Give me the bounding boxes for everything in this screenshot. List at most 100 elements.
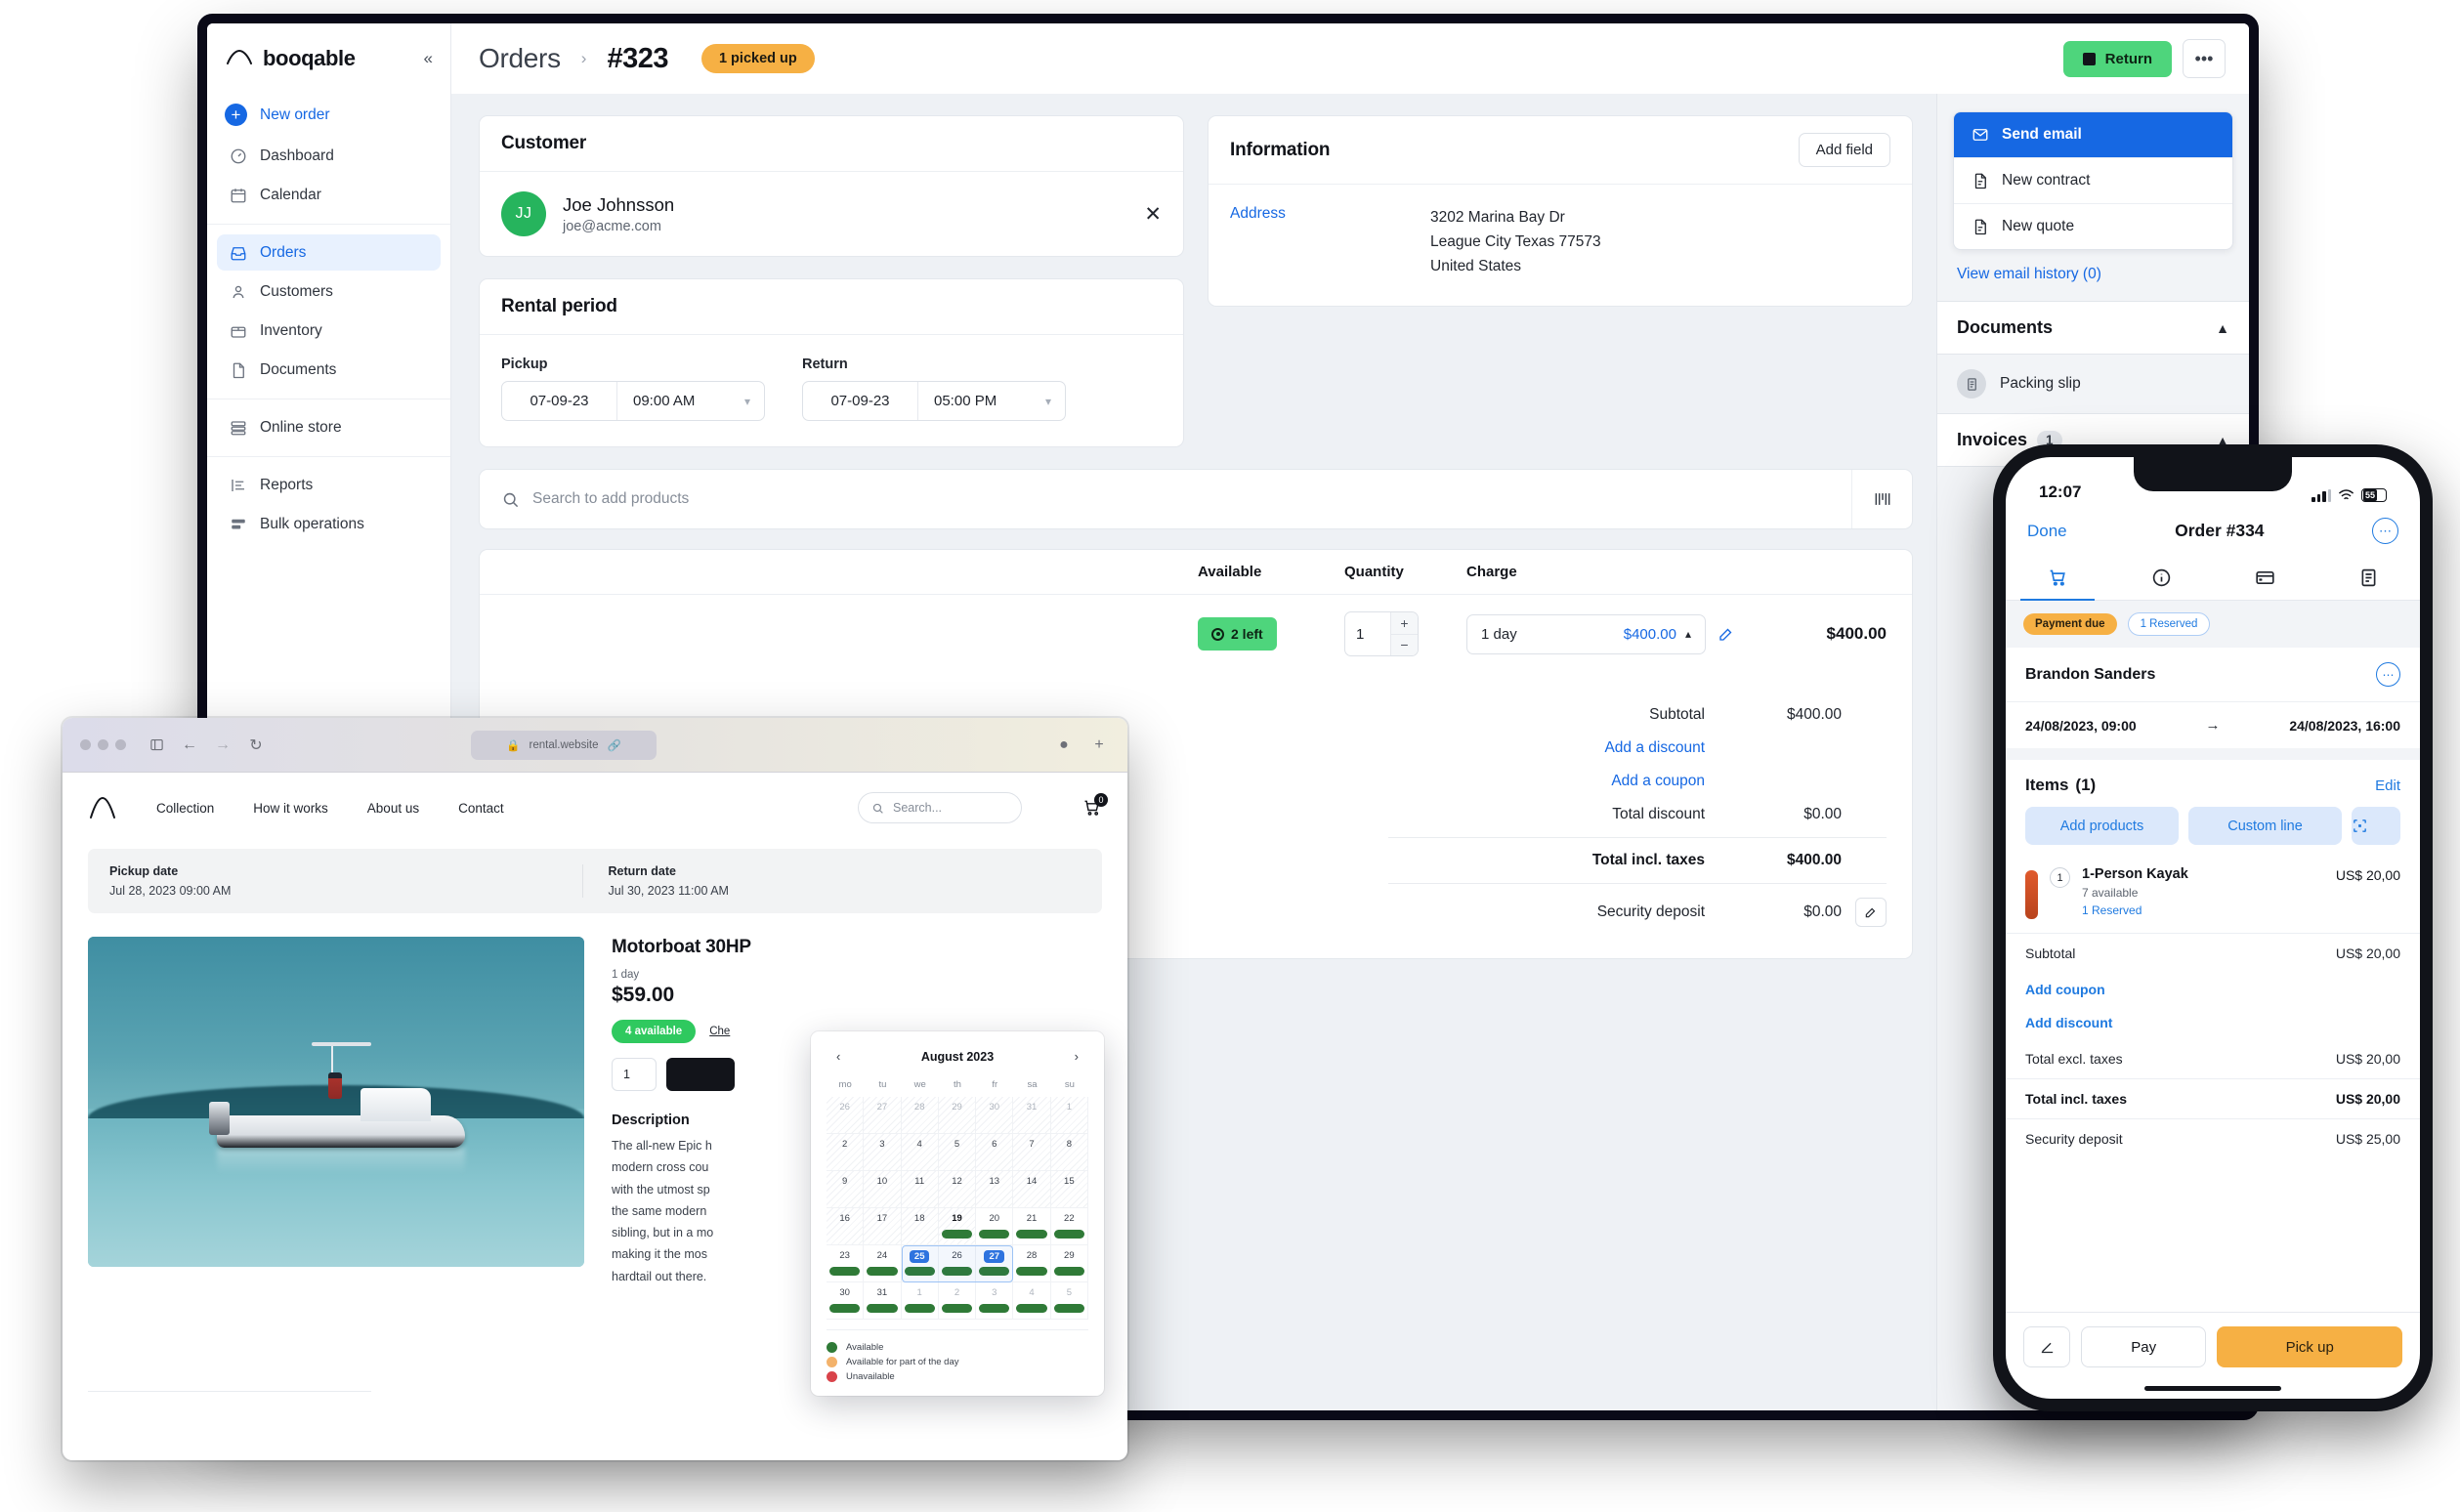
site-link-about-us[interactable]: About us xyxy=(367,801,419,816)
sidebar-item-orders[interactable]: Orders xyxy=(217,234,441,271)
calendar-day[interactable]: 31 xyxy=(1013,1097,1051,1134)
site-link-how-it-works[interactable]: How it works xyxy=(253,801,328,816)
calendar-day[interactable]: 2 xyxy=(938,1282,977,1320)
return-datetime[interactable]: 07-09-23 05:00 PM ▾ xyxy=(802,381,1066,421)
pick-up-button[interactable]: Pick up xyxy=(2217,1326,2402,1367)
window-controls[interactable] xyxy=(80,739,126,750)
close-icon[interactable]: ✕ xyxy=(1144,202,1162,227)
calendar-day[interactable]: 29 xyxy=(938,1097,977,1134)
add-to-cart-button[interactable] xyxy=(666,1058,735,1091)
pickup-date-input[interactable]: 07-09-23 xyxy=(502,382,617,420)
documents-section-header[interactable]: Documents ▲ xyxy=(1937,301,2249,355)
document-packing-slip[interactable]: Packing slip xyxy=(1937,355,2249,413)
list-item[interactable]: 1 1-Person Kayak 7 available 1 Reserved … xyxy=(2006,859,2420,934)
calendar-day[interactable]: 2 xyxy=(827,1134,865,1171)
calendar-day[interactable]: 30 xyxy=(827,1282,865,1320)
barcode-scan-icon[interactable] xyxy=(1851,470,1912,528)
calendar-day[interactable]: 26 xyxy=(827,1097,865,1134)
calendar-day[interactable]: 30 xyxy=(976,1097,1014,1134)
calendar-day[interactable]: 31 xyxy=(864,1282,902,1320)
calendar-day[interactable]: 23 xyxy=(827,1245,865,1282)
view-email-history-link[interactable]: View email history (0) xyxy=(1937,250,2249,301)
done-button[interactable]: Done xyxy=(2027,522,2067,541)
phone-customer-row[interactable]: Brandon Sanders ⋯ xyxy=(2006,648,2420,702)
calendar-day[interactable]: 9 xyxy=(827,1171,865,1208)
items-edit-link[interactable]: Edit xyxy=(2375,777,2400,794)
sidebar-item-bulk-operations[interactable]: Bulk operations xyxy=(217,506,441,542)
calendar-day[interactable]: 1 xyxy=(1050,1097,1088,1134)
quantity-stepper[interactable]: 1 + − xyxy=(1344,611,1419,656)
calendar-day[interactable]: 22 xyxy=(1050,1208,1088,1245)
calendar-day[interactable]: 7 xyxy=(1013,1134,1051,1171)
site-link-collection[interactable]: Collection xyxy=(156,801,214,816)
edit-deposit-icon[interactable] xyxy=(1855,898,1887,927)
calendar-day[interactable]: 16 xyxy=(827,1208,865,1245)
add-coupon-link[interactable]: Add a coupon xyxy=(1382,773,1705,790)
calendar-day[interactable]: 14 xyxy=(1013,1171,1051,1208)
calendar-day[interactable]: 26 xyxy=(938,1245,977,1282)
calendar-day[interactable]: 5 xyxy=(1050,1282,1088,1320)
calendar-day[interactable]: 18 xyxy=(901,1208,939,1245)
collapse-sidebar-icon[interactable]: « xyxy=(424,49,433,68)
charge-selector[interactable]: 1 day $400.00 ▴ xyxy=(1466,613,1706,654)
stepper-increase[interactable]: + xyxy=(1391,612,1418,634)
quantity-value[interactable]: 1 xyxy=(1345,612,1390,655)
calendar-day[interactable]: 3 xyxy=(976,1282,1014,1320)
pay-button[interactable]: Pay xyxy=(2081,1326,2207,1367)
downloads-icon[interactable]: ● xyxy=(1053,736,1075,754)
sidebar-item-online-store[interactable]: Online store xyxy=(217,409,441,445)
scan-icon[interactable] xyxy=(2352,807,2400,845)
return-date-input[interactable]: 07-09-23 xyxy=(803,382,918,420)
chevron-right-icon[interactable]: › xyxy=(1071,1049,1082,1064)
stepper-decrease[interactable]: − xyxy=(1391,633,1418,656)
calendar-day[interactable]: 19 xyxy=(938,1208,977,1245)
tab-documents[interactable] xyxy=(2316,558,2420,600)
calendar-day[interactable]: 20 xyxy=(976,1208,1014,1245)
chevron-up-icon[interactable]: ▲ xyxy=(2216,320,2229,336)
site-link-contact[interactable]: Contact xyxy=(458,801,504,816)
add-discount-link[interactable]: Add a discount xyxy=(1382,739,1705,757)
tab-info[interactable] xyxy=(2109,558,2213,600)
menu-item-new-quote[interactable]: New quote xyxy=(1954,203,2232,249)
return-time-select[interactable]: 05:00 PM ▾ xyxy=(918,382,1065,420)
add-products-button[interactable]: Add products xyxy=(2025,807,2179,845)
chevron-left-icon[interactable]: ‹ xyxy=(832,1049,844,1064)
calendar-day[interactable]: 27 xyxy=(976,1245,1014,1282)
phone-add-coupon[interactable]: Add coupon xyxy=(2006,973,2420,1006)
calendar-day[interactable]: 11 xyxy=(901,1171,939,1208)
calendar-day[interactable]: 17 xyxy=(864,1208,902,1245)
sidebar-item-reports[interactable]: Reports xyxy=(217,467,441,503)
calendar-day[interactable]: 25 xyxy=(901,1245,939,1282)
calendar-day[interactable]: 4 xyxy=(1013,1282,1051,1320)
address-bar[interactable]: 🔒 rental.website 🔗 xyxy=(471,730,657,760)
calendar-day[interactable]: 12 xyxy=(938,1171,977,1208)
calendar-day[interactable]: 10 xyxy=(864,1171,902,1208)
tab-payments[interactable] xyxy=(2213,558,2316,600)
reload-icon[interactable]: ↻ xyxy=(245,735,267,755)
ellipsis-circle-icon[interactable]: ⋯ xyxy=(2376,662,2400,687)
calendar-day[interactable]: 1 xyxy=(901,1282,939,1320)
calendar-day[interactable]: 3 xyxy=(864,1134,902,1171)
sidebar-item-inventory[interactable]: Inventory xyxy=(217,313,441,349)
signature-icon[interactable] xyxy=(2023,1326,2070,1367)
new-tab-icon[interactable]: + xyxy=(1088,736,1110,754)
calendar-day[interactable]: 24 xyxy=(864,1245,902,1282)
check-availability-link[interactable]: Che xyxy=(709,1026,730,1037)
product-quantity-input[interactable]: 1 xyxy=(612,1058,657,1091)
return-button[interactable]: Return xyxy=(2062,40,2172,77)
sidebar-item-documents[interactable]: Documents xyxy=(217,352,441,388)
calendar-day[interactable]: 15 xyxy=(1050,1171,1088,1208)
custom-line-button[interactable]: Custom line xyxy=(2188,807,2342,845)
back-icon[interactable]: ← xyxy=(179,736,200,754)
more-actions-button[interactable]: ••• xyxy=(2183,39,2226,78)
product-search-bar[interactable] xyxy=(479,469,1913,529)
sidebar-item-customers[interactable]: Customers xyxy=(217,273,441,310)
calendar-day[interactable]: 6 xyxy=(976,1134,1014,1171)
sidebar-item-new-order[interactable]: + New order xyxy=(217,95,441,135)
forward-icon[interactable]: → xyxy=(212,736,233,754)
calendar-day[interactable]: 27 xyxy=(864,1097,902,1134)
calendar-day[interactable]: 5 xyxy=(938,1134,977,1171)
ellipsis-circle-icon[interactable]: ⋯ xyxy=(2372,518,2398,544)
site-search-input[interactable]: Search... xyxy=(858,792,1022,823)
search-input[interactable] xyxy=(532,490,1851,508)
